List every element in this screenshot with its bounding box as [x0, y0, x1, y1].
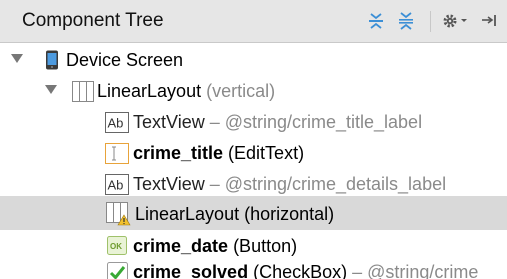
tree-row-label: crime_solved [133, 262, 249, 279]
hide-panel-icon[interactable] [481, 12, 499, 30]
expand-arrow-icon[interactable] [10, 51, 24, 65]
tree-row-suffix: (EditText) [223, 143, 305, 163]
textview-icon: Ab [105, 174, 129, 195]
component-tree-header: Component Tree [0, 0, 507, 43]
tree-row-linearlayout-horizontal[interactable]: LinearLayout (horizontal) [0, 196, 507, 230]
expand-arrow-icon[interactable] [44, 82, 58, 96]
panel-title: Component Tree [22, 10, 164, 31]
svg-text:Ab: Ab [108, 178, 124, 193]
tree-row-label: LinearLayout [97, 81, 202, 101]
tree-row-label: crime_title [133, 143, 224, 163]
expand-all-icon[interactable] [368, 12, 384, 30]
collapse-all-icon[interactable] [398, 12, 414, 30]
tree-row-crime-solved[interactable]: crime_solved (CheckBox) – @string/crime [0, 257, 507, 279]
tree-row-detail: (vertical) [206, 81, 276, 101]
tree-row-label: TextView [133, 112, 205, 132]
tree-row-label: LinearLayout (horizontal) [135, 204, 335, 224]
tree-row-detail: – @string/crime_details_label [204, 174, 447, 194]
tree-row-suffix: (Button) [228, 236, 298, 256]
tree-row-textview-title-label[interactable]: Ab TextView – @string/crime_title_label [0, 107, 507, 138]
edittext-icon [105, 143, 129, 164]
textview-icon: Ab [105, 112, 129, 133]
linear-layout-warning-icon [106, 202, 131, 226]
tree-row-detail: – @string/crime [347, 262, 479, 279]
gear-icon[interactable] [441, 12, 473, 30]
tree-row-crime-title[interactable]: crime_title (EditText) [0, 138, 507, 169]
tree-row-label: crime_date [133, 236, 229, 256]
toolbar-separator [430, 11, 431, 32]
tree-row-label: Device Screen [66, 50, 184, 70]
tree-row-label: TextView [133, 174, 205, 194]
button-icon: OK [107, 236, 127, 255]
checkbox-icon [107, 262, 128, 279]
tree-row-linearlayout-vertical[interactable]: LinearLayout (vertical) [0, 76, 507, 107]
svg-text:OK: OK [110, 242, 122, 251]
tree-row-device-screen[interactable]: Device Screen [0, 45, 507, 76]
svg-text:Ab: Ab [108, 116, 124, 131]
tree-row-suffix: (CheckBox) [248, 262, 348, 279]
linear-layout-icon [72, 81, 94, 102]
device-icon [46, 50, 58, 70]
tree-row-detail: – @string/crime_title_label [204, 112, 423, 132]
